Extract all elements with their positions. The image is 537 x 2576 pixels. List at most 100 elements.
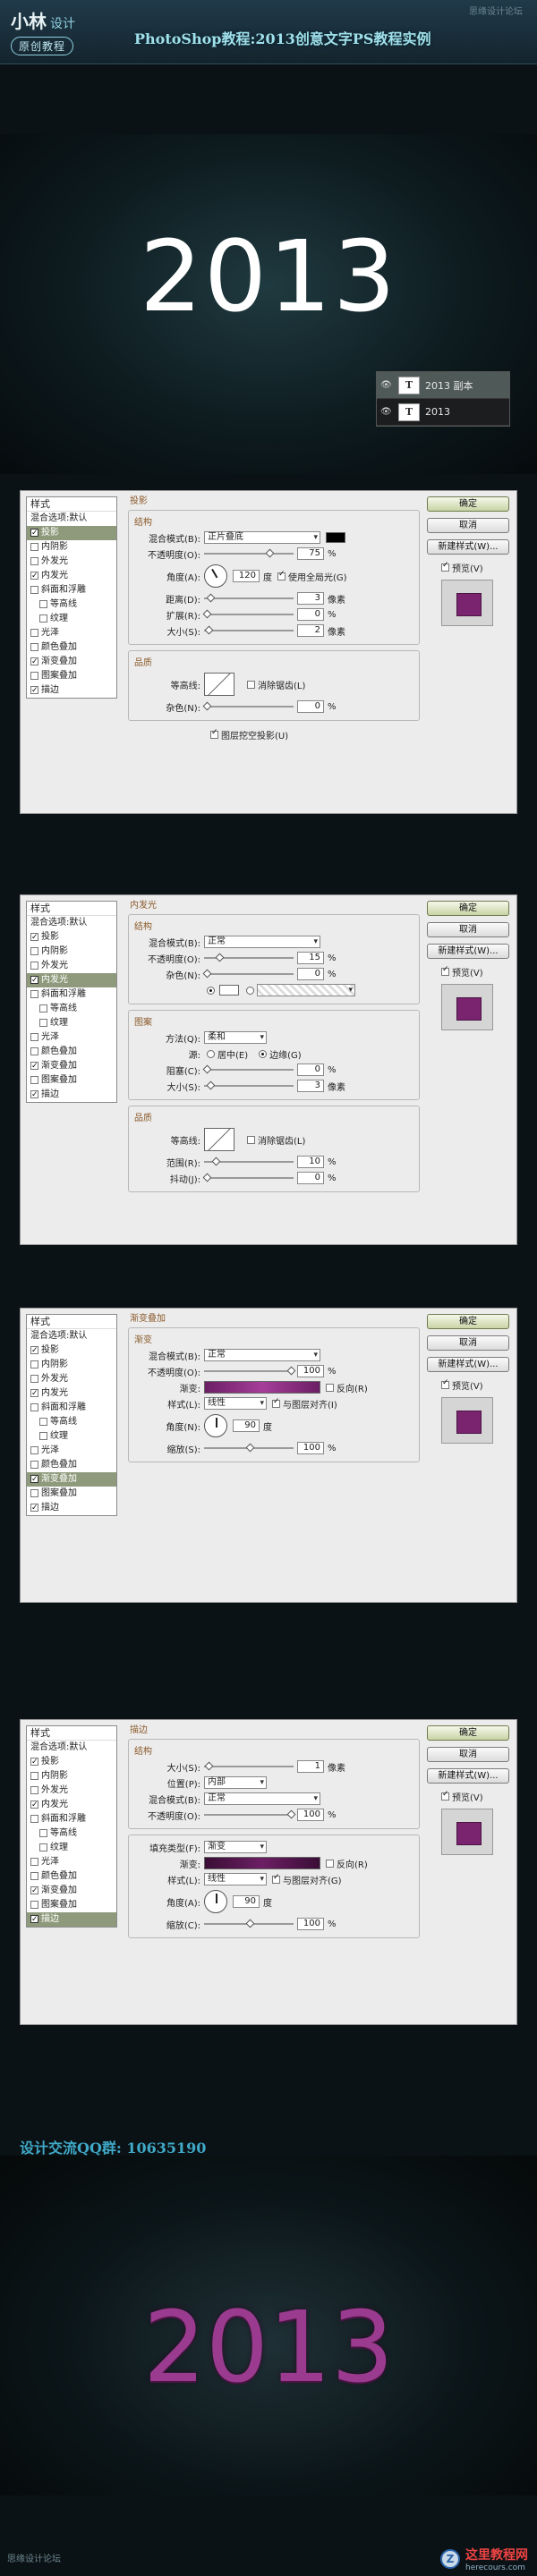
slider-knob[interactable]: [204, 1761, 214, 1771]
spread-slider[interactable]: [202, 609, 294, 619]
style-checkbox[interactable]: [30, 569, 38, 583]
checkbox-icon[interactable]: [441, 561, 449, 572]
style-checkbox[interactable]: [30, 1446, 38, 1454]
layer-row[interactable]: 👁 T 2013: [377, 399, 509, 426]
style-item[interactable]: 内发光: [27, 1798, 116, 1812]
distance-slider[interactable]: [204, 593, 294, 603]
slider-knob[interactable]: [286, 1366, 296, 1376]
angle-input[interactable]: 120: [233, 570, 260, 582]
blend-mode-select[interactable]: 正常: [204, 1792, 320, 1805]
style-item[interactable]: 图案叠加: [27, 669, 116, 683]
style-item[interactable]: 外发光: [27, 1372, 116, 1386]
edge-radio[interactable]: [259, 1049, 268, 1058]
style-item[interactable]: 斜面和浮雕: [27, 1401, 116, 1415]
style-item-blending-options[interactable]: 混合选项:默认: [27, 1741, 116, 1755]
style-checkbox[interactable]: [30, 1912, 38, 1927]
style-item[interactable]: 内发光: [27, 973, 116, 987]
blend-mode-select[interactable]: 正常: [204, 936, 320, 948]
style-item[interactable]: 纹理: [27, 612, 116, 626]
style-checkbox[interactable]: [30, 543, 38, 551]
slider-knob[interactable]: [206, 1080, 216, 1090]
contour-picker[interactable]: [204, 1128, 234, 1151]
ok-button[interactable]: 确定: [427, 1314, 509, 1329]
slider-knob[interactable]: [202, 609, 212, 619]
style-item-blending-options[interactable]: 混合选项:默认: [27, 1329, 116, 1343]
style-checkbox[interactable]: [30, 962, 38, 970]
size-slider[interactable]: [204, 1080, 294, 1090]
knockout-checkbox[interactable]: 图层挖空投影(U): [210, 728, 288, 741]
checkbox-icon[interactable]: [272, 1873, 280, 1884]
slider-knob[interactable]: [211, 1157, 221, 1166]
style-checkbox[interactable]: [39, 1432, 47, 1440]
align-checkbox[interactable]: 与图层对齐(G): [272, 1873, 342, 1886]
style-item-blending-options[interactable]: 混合选项:默认: [27, 512, 116, 526]
style-item[interactable]: 渐变叠加: [27, 655, 116, 669]
style-item[interactable]: 光泽: [27, 1855, 116, 1869]
size-slider[interactable]: [204, 625, 294, 635]
scale-input[interactable]: 100: [297, 1918, 324, 1930]
style-checkbox[interactable]: [30, 557, 38, 565]
style-item[interactable]: 内阴影: [27, 945, 116, 959]
opacity-input[interactable]: 15: [297, 952, 324, 964]
style-checkbox[interactable]: [30, 655, 38, 669]
checkbox-icon[interactable]: [272, 1397, 280, 1408]
style-checkbox[interactable]: [30, 930, 38, 945]
checkbox-icon[interactable]: [210, 728, 218, 739]
style-item[interactable]: 纹理: [27, 1429, 116, 1444]
style-item[interactable]: 等高线: [27, 597, 116, 612]
fill-type-select[interactable]: 渐变: [204, 1841, 267, 1853]
style-checkbox[interactable]: [30, 672, 38, 680]
eye-icon[interactable]: 👁: [380, 380, 393, 390]
opacity-input[interactable]: 100: [297, 1365, 324, 1377]
style-item[interactable]: 渐变叠加: [27, 1059, 116, 1073]
gradient-picker[interactable]: [204, 1381, 320, 1394]
checkbox-icon[interactable]: [441, 1790, 449, 1801]
style-checkbox[interactable]: [30, 1033, 38, 1041]
style-checkbox[interactable]: [30, 1884, 38, 1898]
distance-input[interactable]: 3: [297, 592, 324, 605]
preview-checkbox[interactable]: 预览(V): [441, 965, 509, 979]
slider-knob[interactable]: [202, 969, 212, 979]
style-item[interactable]: 外发光: [27, 959, 116, 973]
slider-knob[interactable]: [245, 1919, 255, 1928]
style-checkbox[interactable]: [30, 1076, 38, 1084]
style-checkbox[interactable]: [30, 526, 38, 540]
style-item[interactable]: 图案叠加: [27, 1487, 116, 1501]
cancel-button[interactable]: 取消: [427, 922, 509, 937]
style-item[interactable]: 颜色叠加: [27, 1869, 116, 1884]
style-item[interactable]: 颜色叠加: [27, 1458, 116, 1472]
blend-mode-select[interactable]: 正常: [204, 1349, 320, 1361]
style-checkbox[interactable]: [30, 586, 38, 594]
method-select[interactable]: 柔和: [204, 1031, 267, 1044]
style-checkbox[interactable]: [39, 1418, 47, 1426]
style-checkbox[interactable]: [30, 1815, 38, 1823]
style-item[interactable]: 颜色叠加: [27, 640, 116, 655]
style-checkbox[interactable]: [30, 947, 38, 955]
checkbox-icon[interactable]: [441, 965, 449, 976]
style-checkbox[interactable]: [30, 1461, 38, 1469]
layer-row[interactable]: 👁 T 2013 副本: [377, 372, 509, 399]
angle-input[interactable]: 90: [233, 1419, 260, 1432]
style-item[interactable]: 投影: [27, 930, 116, 945]
scale-slider[interactable]: [204, 1919, 294, 1928]
slider-knob[interactable]: [245, 1443, 255, 1453]
reverse-checkbox[interactable]: 反向(R): [326, 1381, 368, 1394]
preview-checkbox[interactable]: 预览(V): [441, 561, 509, 574]
checkbox-icon[interactable]: [441, 1378, 449, 1389]
opacity-slider[interactable]: [204, 953, 294, 962]
style-checkbox[interactable]: [30, 629, 38, 637]
jitter-input[interactable]: 0: [297, 1172, 324, 1184]
reverse-checkbox[interactable]: 反向(R): [326, 1857, 368, 1870]
shadow-color-swatch[interactable]: [326, 532, 345, 543]
style-item[interactable]: 投影: [27, 1343, 116, 1358]
checkbox-icon[interactable]: [326, 1383, 334, 1392]
opacity-slider[interactable]: [204, 1809, 296, 1819]
checkbox-icon[interactable]: [326, 1859, 334, 1868]
slider-knob[interactable]: [204, 625, 214, 635]
preview-checkbox[interactable]: 预览(V): [441, 1790, 509, 1803]
style-checkbox[interactable]: [39, 600, 47, 608]
new-style-button[interactable]: 新建样式(W)...: [427, 1768, 509, 1784]
opacity-slider[interactable]: [204, 1366, 296, 1376]
style-checkbox[interactable]: [30, 1772, 38, 1780]
style-checkbox[interactable]: [30, 1858, 38, 1866]
